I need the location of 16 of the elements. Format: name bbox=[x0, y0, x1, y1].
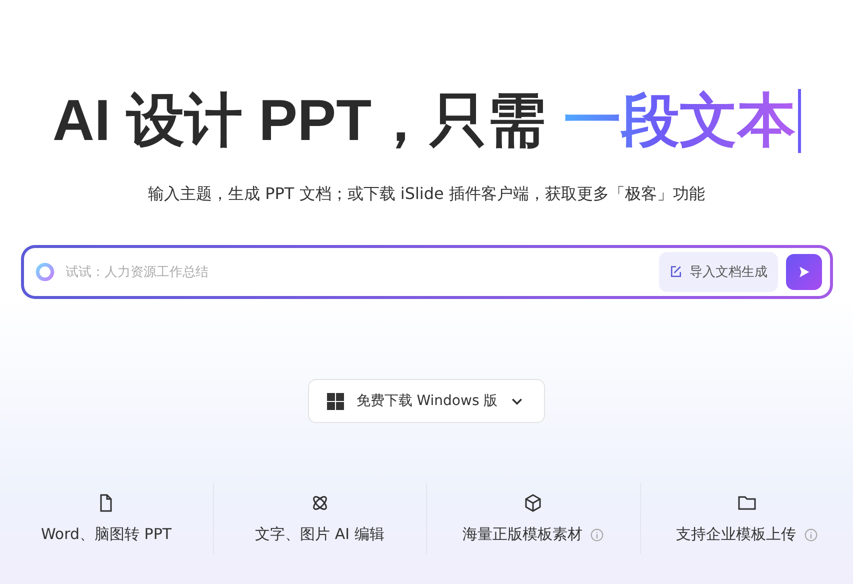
import-document-button[interactable]: 导入文档生成 bbox=[658, 252, 778, 292]
info-icon[interactable] bbox=[804, 528, 818, 542]
feature-label: 文字、图片 AI 编辑 bbox=[255, 525, 384, 544]
feature-label: 支持企业模板上传 bbox=[676, 525, 796, 544]
cube-icon bbox=[523, 493, 544, 513]
send-button[interactable] bbox=[786, 254, 822, 290]
subtitle: 输入主题，生成 PPT 文档；或下载 iSlide 插件客户端，获取更多「极客」功能 bbox=[148, 184, 705, 205]
swirl-logo-icon bbox=[34, 261, 56, 283]
windows-icon bbox=[327, 392, 344, 410]
feature-label: 海量正版模板素材 bbox=[462, 525, 582, 544]
feature-label: Word、脑图转 PPT bbox=[40, 525, 172, 544]
text-cursor bbox=[798, 89, 801, 153]
edit-icon bbox=[668, 265, 682, 279]
headline-text: AI 设计 PPT，只需 bbox=[52, 87, 546, 155]
info-icon[interactable] bbox=[590, 528, 604, 542]
download-button[interactable]: 免费下载 Windows 版 bbox=[308, 379, 545, 423]
